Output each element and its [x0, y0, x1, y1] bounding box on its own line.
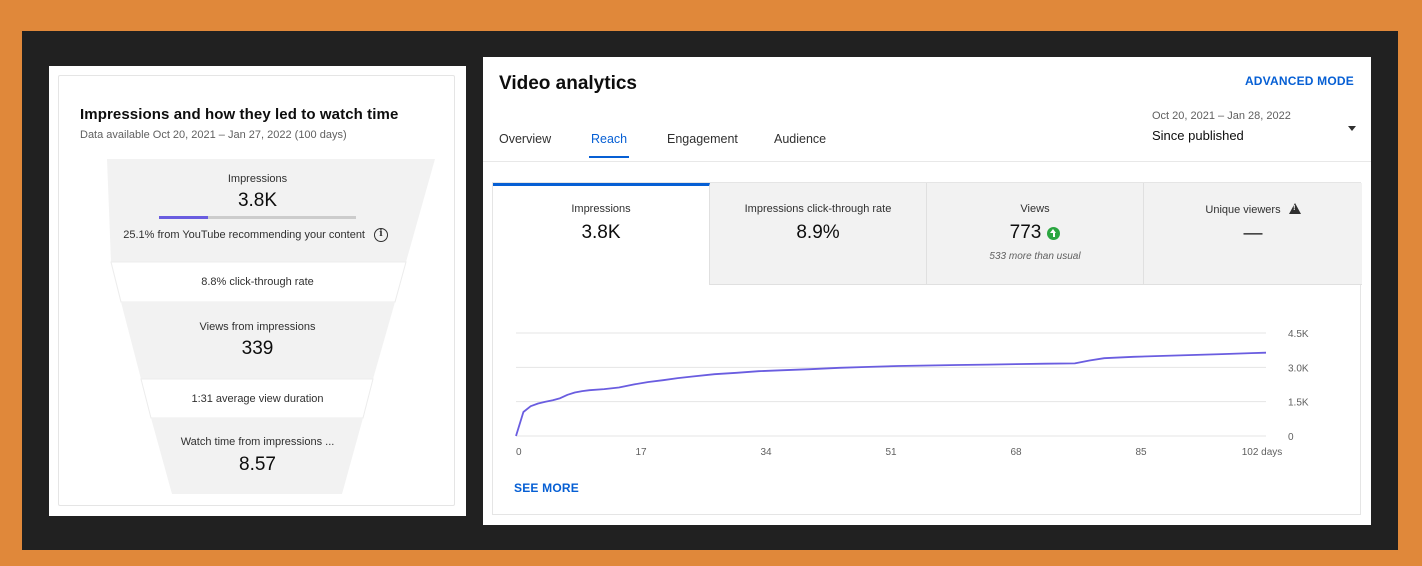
impressions-label: Impressions — [227, 173, 288, 185]
advanced-mode-button[interactable]: ADVANCED MODE — [1245, 74, 1354, 88]
impressions-value: 3.8K — [237, 190, 278, 211]
recommend-progress-bar — [159, 216, 356, 219]
date-range-picker[interactable]: Oct 20, 2021 – Jan 28, 2022 Since publis… — [1152, 110, 1362, 150]
tab-overview[interactable]: Overview — [499, 132, 551, 158]
y-tick-label: 3.0K — [1288, 363, 1309, 374]
page-title: Video analytics — [499, 73, 637, 94]
y-tick-label: 4.5K — [1288, 329, 1309, 340]
funnel-panel: Impressions and how they led to watch ti… — [49, 66, 466, 516]
date-preset-text: Since published — [1152, 128, 1244, 143]
recommend-progress-fill — [159, 216, 209, 219]
views-value: 339 — [241, 338, 274, 359]
date-range-text: Oct 20, 2021 – Jan 28, 2022 — [1152, 110, 1291, 122]
series-line — [515, 351, 1267, 437]
x-tick-label: 34 — [760, 447, 772, 458]
y-tick-label: 0 — [1288, 432, 1294, 443]
x-tick-label: 17 — [635, 447, 647, 458]
tab-engagement[interactable]: Engagement — [667, 132, 738, 158]
reach-metrics-card: Impressions 3.8K Impressions click-throu… — [492, 182, 1362, 515]
see-more-button[interactable]: SEE MORE — [514, 481, 579, 495]
watch-value: 8.57 — [239, 454, 276, 475]
avd-text: 1:31 average view duration — [191, 393, 324, 405]
x-tick-label: 102 days — [1242, 447, 1283, 458]
ctr-text: 8.8% click-through rate — [201, 276, 314, 288]
x-tick-label: 68 — [1010, 447, 1022, 458]
header-divider — [483, 161, 1371, 162]
funnel-card: Impressions and how they led to watch ti… — [58, 75, 455, 506]
tab-reach[interactable]: Reach — [588, 132, 630, 158]
x-tick-label: 51 — [885, 447, 897, 458]
tab-audience[interactable]: Audience — [774, 132, 826, 158]
info-icon[interactable]: i — [374, 228, 388, 242]
y-tick-label: 1.5K — [1288, 398, 1309, 409]
views-label: Views from impressions — [199, 321, 316, 333]
chevron-down-icon — [1348, 126, 1356, 131]
x-tick-label: 85 — [1135, 447, 1147, 458]
watch-label: Watch time from impressions ... — [180, 436, 335, 448]
video-analytics-panel: Video analytics ADVANCED MODE Overview R… — [483, 57, 1371, 525]
recommend-text: 25.1% from YouTube recommending your con… — [123, 229, 365, 241]
x-tick-label: 0 — [516, 447, 522, 458]
impressions-line-chart: 0 1.5K 3.0K 4.5K 0 17 34 51 68 85 102 days — [515, 329, 1309, 458]
